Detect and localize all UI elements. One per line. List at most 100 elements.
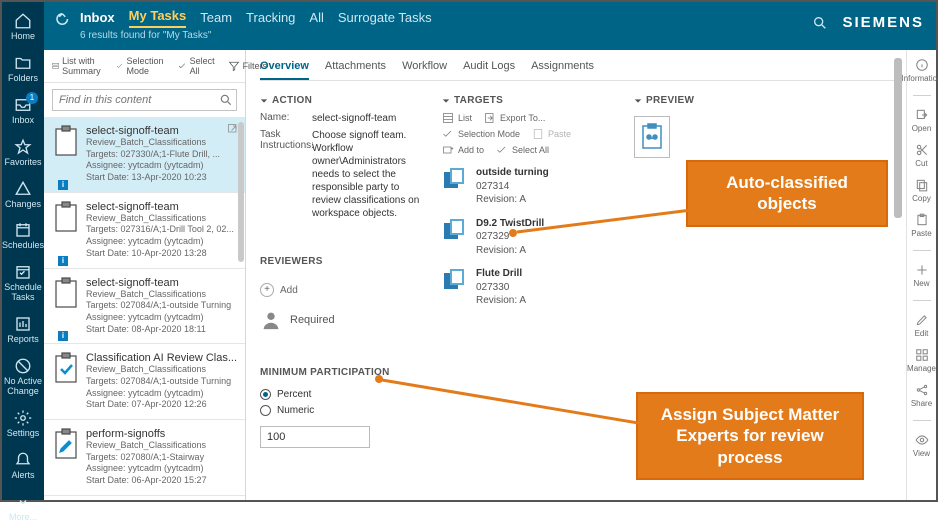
chevron-down-icon xyxy=(442,97,450,105)
nav-favorites[interactable]: Favorites xyxy=(2,132,44,174)
rail-share[interactable]: Share xyxy=(907,383,936,408)
nav-label: Reports xyxy=(7,335,39,345)
targets-selmode-button[interactable]: Selection Mode xyxy=(442,128,520,140)
search-input[interactable] xyxy=(52,89,237,111)
target-id: 027330 xyxy=(476,281,526,295)
target-item[interactable]: D9.2 TwistDrill 027329 Revision: A xyxy=(442,217,620,258)
nav-settings[interactable]: Settings xyxy=(2,403,44,445)
task-subtitle: Review_Batch_Classifications xyxy=(86,289,239,301)
target-id: 027329 xyxy=(476,230,544,244)
task-item[interactable]: select-signoff-team Review_Batch_Classif… xyxy=(44,193,245,269)
brand-logo: SIEMENS xyxy=(842,14,924,31)
target-item[interactable]: outside turning 027314 Revision: A xyxy=(442,166,620,207)
nav-changes[interactable]: Changes xyxy=(2,174,44,216)
task-subtitle: Review_Batch_Classifications xyxy=(86,440,239,452)
target-item[interactable]: Flute Drill 027330 Revision: A xyxy=(442,267,620,308)
chevron-down-icon xyxy=(260,97,268,105)
task-item[interactable]: Classification AI Review Clas... Review_… xyxy=(44,344,245,420)
task-item[interactable]: select-signoff-team Review_Batch_Classif… xyxy=(44,269,245,345)
header-tab-all[interactable]: All xyxy=(309,10,323,28)
tab-attachments[interactable]: Attachments xyxy=(325,60,386,80)
header-tab-team[interactable]: Team xyxy=(200,10,232,28)
action-section-header[interactable]: ACTION xyxy=(260,89,428,112)
targets-list-button[interactable]: List xyxy=(442,112,472,124)
nav-inbox[interactable]: Inbox1 xyxy=(2,90,44,132)
task-targets: Targets: 027084/A;1-outside Turning xyxy=(86,376,239,388)
share-icon xyxy=(915,383,929,397)
rail-copy[interactable]: Copy xyxy=(907,178,936,203)
task-start-date: Start Date: 13-Apr-2020 10:23 xyxy=(86,172,239,184)
percent-radio[interactable]: Percent xyxy=(260,389,428,400)
task-item[interactable]: Classification AI Review Clas... Review_… xyxy=(44,496,245,500)
rail-manage[interactable]: Manage xyxy=(907,348,936,373)
search-icon[interactable] xyxy=(812,15,828,31)
nav-reports[interactable]: Reports xyxy=(2,309,44,351)
targets-section-header[interactable]: TARGETS xyxy=(442,89,620,112)
select-all-button[interactable]: Select All xyxy=(178,56,218,76)
detail-scrollbar[interactable] xyxy=(894,58,902,492)
task-subtitle: Review_Batch_Classifications xyxy=(86,137,239,149)
alerts-icon xyxy=(14,451,32,469)
task-start-date: Start Date: 07-Apr-2020 12:26 xyxy=(86,399,239,411)
header-tab-tracking[interactable]: Tracking xyxy=(246,10,295,28)
rail-label: Open xyxy=(912,124,932,133)
header-tabs: InboxMy TasksTeamTrackingAllSurrogate Ta… xyxy=(80,8,432,28)
name-value: select-signoff-team xyxy=(312,112,428,125)
target-icon xyxy=(442,217,468,243)
nav-alerts[interactable]: Alerts xyxy=(2,445,44,487)
task-assignee: Assignee: yytcadm (yytcadm) xyxy=(86,312,239,324)
target-name: D9.2 TwistDrill xyxy=(476,217,544,231)
nav-more[interactable]: More... xyxy=(2,487,44,528)
search-icon[interactable] xyxy=(219,93,233,107)
changes-icon xyxy=(14,180,32,198)
back-icon[interactable] xyxy=(54,10,72,28)
task-toolbar: List with Summary Selection Mode Select … xyxy=(44,50,245,83)
rail-open[interactable]: Open xyxy=(907,108,936,133)
target-icon xyxy=(442,267,468,293)
content-area: List with Summary Selection Mode Select … xyxy=(44,50,906,500)
task-assignee: Assignee: yytcadm (yytcadm) xyxy=(86,160,239,172)
tab-audit-logs[interactable]: Audit Logs xyxy=(463,60,515,80)
rail-new[interactable]: New xyxy=(907,263,936,288)
rail-view[interactable]: View xyxy=(907,433,936,458)
header-tab-surrogate-tasks[interactable]: Surrogate Tasks xyxy=(338,10,432,28)
tab-assignments[interactable]: Assignments xyxy=(531,60,594,80)
nav-scheduletasks[interactable]: Schedule Tasks xyxy=(2,257,44,309)
preview-section-header[interactable]: PREVIEW xyxy=(634,89,894,112)
task-title: select-signoff-team xyxy=(86,201,239,213)
targets-export-button[interactable]: Export To... xyxy=(484,112,545,124)
selection-mode-button[interactable]: Selection Mode xyxy=(116,56,168,76)
preview-thumbnail[interactable] xyxy=(634,116,670,158)
favorites-icon xyxy=(14,138,32,156)
rail-paste[interactable]: Paste xyxy=(907,213,936,238)
open-icon xyxy=(915,108,929,122)
list-with-summary-button[interactable]: List with Summary xyxy=(52,56,106,76)
target-revision: Revision: A xyxy=(476,193,549,207)
tab-overview[interactable]: Overview xyxy=(260,60,309,80)
header-tab-my-tasks[interactable]: My Tasks xyxy=(129,8,187,28)
action-column: ACTION Name:select-signoff-team Task Ins… xyxy=(260,89,428,448)
add-reviewer-button[interactable]: +Add xyxy=(260,283,428,297)
reports-icon xyxy=(14,315,32,333)
tasklist-scrollbar[interactable] xyxy=(238,122,244,492)
nav-home[interactable]: Home xyxy=(2,6,44,48)
targets-selall-button[interactable]: Select All xyxy=(496,144,549,156)
tab-workflow[interactable]: Workflow xyxy=(402,60,447,80)
targets-addto-button[interactable]: Add to xyxy=(442,144,484,156)
rail-edit[interactable]: Edit xyxy=(907,313,936,338)
participation-value-input[interactable]: 100 xyxy=(260,426,370,448)
task-item[interactable]: perform-signoffs Review_Batch_Classifica… xyxy=(44,420,245,496)
nav-folders[interactable]: Folders xyxy=(2,48,44,90)
preview-column: PREVIEW xyxy=(634,89,894,448)
task-title: select-signoff-team xyxy=(86,277,239,289)
plus-icon: + xyxy=(260,283,274,297)
nav-noactivechange[interactable]: No Active Change xyxy=(2,351,44,403)
numeric-radio[interactable]: Numeric xyxy=(260,405,428,416)
home-icon xyxy=(14,12,32,30)
targets-paste-button[interactable]: Paste xyxy=(532,128,571,140)
rail-info[interactable]: Information xyxy=(907,58,936,83)
nav-schedules[interactable]: Schedules xyxy=(2,215,44,257)
info-flag-icon: i xyxy=(58,331,68,341)
task-item[interactable]: select-signoff-team Review_Batch_Classif… xyxy=(44,117,245,193)
rail-cut[interactable]: Cut xyxy=(907,143,936,168)
